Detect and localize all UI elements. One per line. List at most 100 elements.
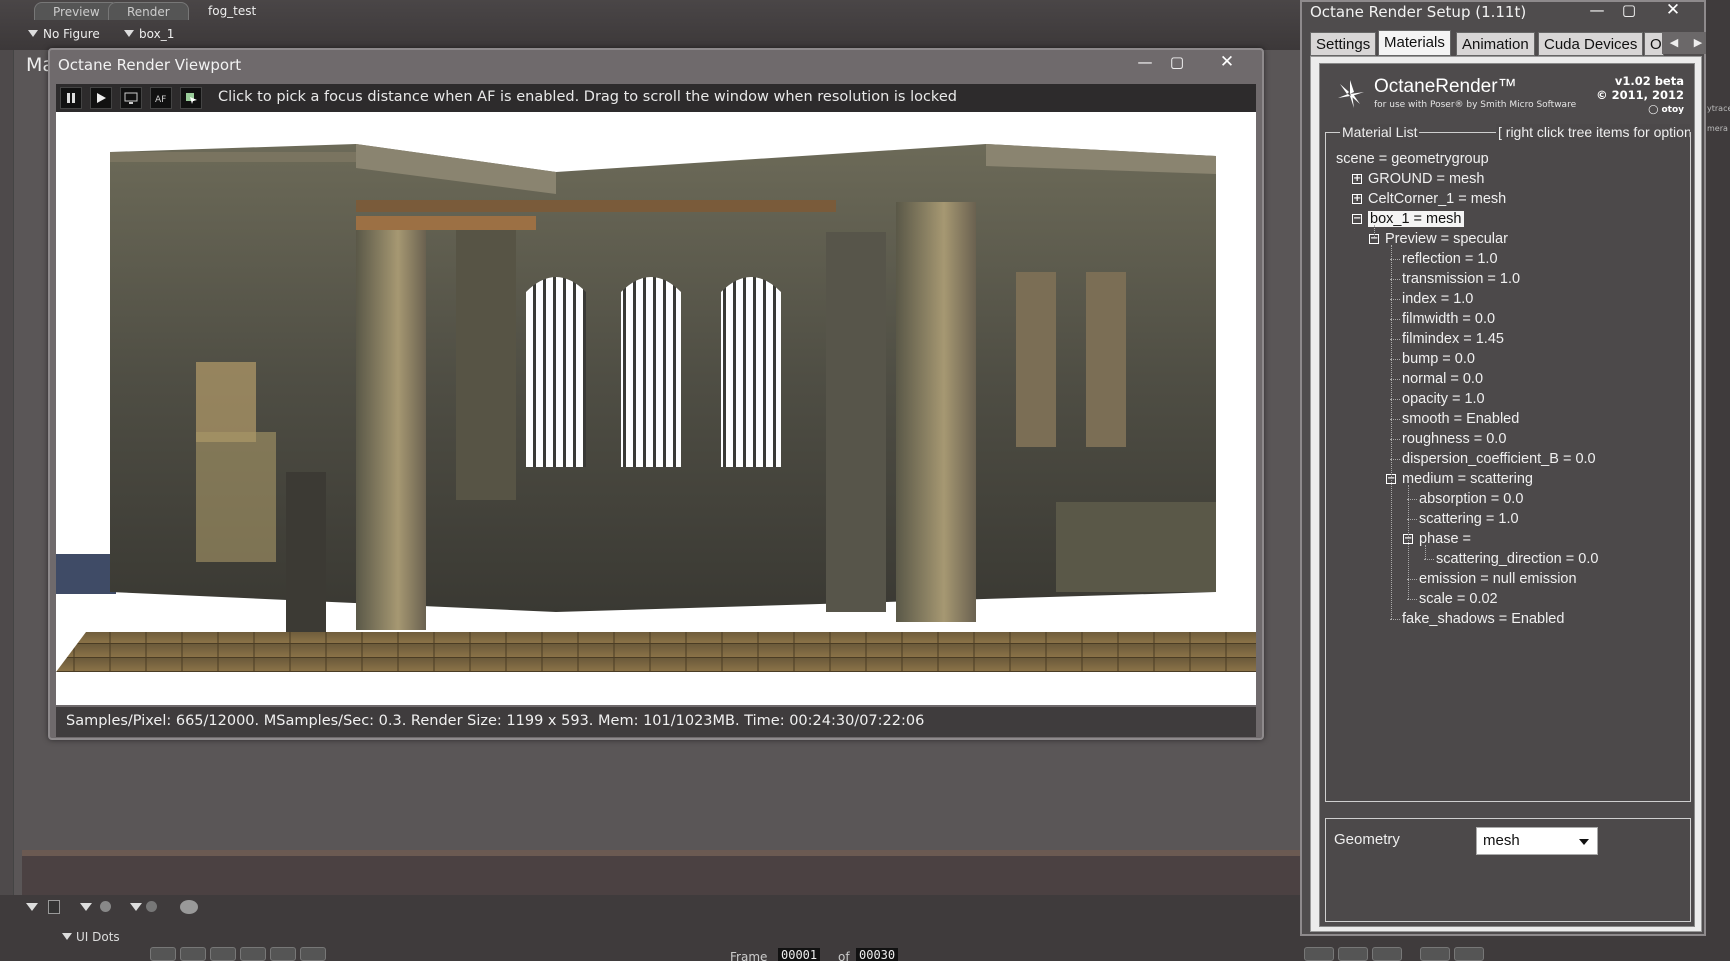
tree-item-label: dispersion_coefficient_B = 0.0 xyxy=(1402,451,1596,467)
tree-row[interactable]: Preview = specular xyxy=(1385,229,1508,249)
tree-row[interactable]: scattering = 1.0 xyxy=(1419,509,1519,529)
collapse-icon[interactable]: − xyxy=(1352,214,1362,224)
tab-animation[interactable]: Animation xyxy=(1456,32,1535,56)
tree-row[interactable]: bump = 0.0 xyxy=(1402,349,1475,369)
square-icon[interactable] xyxy=(48,900,60,914)
viewport-status-bar: Samples/Pixel: 665/12000. MSamples/Sec: … xyxy=(56,707,1256,737)
expand-icon[interactable]: + xyxy=(1352,174,1362,184)
tree-row[interactable]: fake_shadows = Enabled xyxy=(1402,609,1564,629)
octane-logo-icon xyxy=(1338,80,1364,108)
add-key-button[interactable] xyxy=(1420,947,1450,961)
monitor-icon xyxy=(124,92,138,104)
chevron-down-icon[interactable] xyxy=(80,903,92,911)
key-control[interactable] xyxy=(1372,947,1402,961)
tree-row[interactable]: dispersion_coefficient_B = 0.0 xyxy=(1402,449,1596,469)
geometry-select[interactable]: mesh xyxy=(1476,827,1598,855)
tree-row[interactable]: scene = geometrygroup xyxy=(1336,149,1489,169)
octane-logo-subtitle: for use with Poser® by Smith Micro Softw… xyxy=(1374,100,1577,110)
tree-row[interactable]: filmindex = 1.45 xyxy=(1402,329,1504,349)
tree-row[interactable]: reflection = 1.0 xyxy=(1402,249,1498,269)
tree-row[interactable]: phase = xyxy=(1419,529,1471,549)
tab-overflow[interactable]: O xyxy=(1644,32,1664,56)
pause-button[interactable] xyxy=(60,87,82,109)
tree-row[interactable]: GROUND = mesh xyxy=(1368,169,1484,189)
right-edge-text: ytrace xyxy=(1707,104,1730,113)
close-button[interactable]: ✕ xyxy=(1212,52,1242,72)
tree-row[interactable]: index = 1.0 xyxy=(1402,289,1473,309)
octane-copyright: © 2011, 2012 xyxy=(1596,88,1684,102)
play-button[interactable] xyxy=(240,947,266,961)
tree-connector xyxy=(1390,619,1400,620)
chevron-down-icon[interactable] xyxy=(130,903,142,911)
tab-cuda-devices[interactable]: Cuda Devices xyxy=(1538,32,1644,56)
material-tree: scene = geometrygroup GROUND = mesh + CeltC… xyxy=(1326,133,1690,801)
tree-item-label: fake_shadows = Enabled xyxy=(1402,611,1565,627)
tree-row[interactable]: absorption = 0.0 xyxy=(1419,489,1523,509)
ui-dots-label: UI Dots xyxy=(76,930,120,944)
prev-key-control[interactable] xyxy=(1304,947,1334,961)
maximize-button[interactable]: ▢ xyxy=(1614,0,1644,20)
tree-row[interactable]: box_1 = mesh xyxy=(1368,209,1464,229)
tree-row[interactable]: filmwidth = 0.0 xyxy=(1402,309,1495,329)
first-frame-button[interactable] xyxy=(150,947,176,961)
tab-scroll-left-icon[interactable]: ◀ xyxy=(1662,32,1686,54)
next-key-button[interactable] xyxy=(270,947,296,961)
tab-render[interactable]: Render xyxy=(108,2,189,20)
tab-settings[interactable]: Settings xyxy=(1310,32,1377,56)
host-bottom-strip xyxy=(22,850,1300,895)
tree-guide xyxy=(1374,225,1375,239)
tree-row[interactable]: medium = scattering xyxy=(1402,469,1533,489)
chevron-down-icon xyxy=(124,30,134,37)
tree-row[interactable]: emission = null emission xyxy=(1419,569,1577,589)
figure-dropdown[interactable]: No Figure xyxy=(28,26,100,42)
tree-item-label: medium = scattering xyxy=(1402,471,1533,487)
tree-row[interactable]: roughness = 0.0 xyxy=(1402,429,1506,449)
sphere-icon[interactable] xyxy=(100,901,111,912)
octane-version: v1.02 beta xyxy=(1614,74,1684,88)
viewport-toolbar: AF Click to pick a focus distance when A… xyxy=(56,84,1256,112)
close-button[interactable]: ✕ xyxy=(1658,0,1688,20)
maximize-button[interactable]: ▢ xyxy=(1162,52,1192,72)
prev-key-button[interactable] xyxy=(180,947,206,961)
expand-icon[interactable]: + xyxy=(1352,194,1362,204)
tree-guide xyxy=(1425,545,1426,559)
actor-dropdown[interactable]: box_1 xyxy=(124,26,174,42)
tab-materials[interactable]: Materials xyxy=(1378,30,1451,56)
pick-button[interactable] xyxy=(180,87,202,109)
tree-item-label: GROUND = mesh xyxy=(1368,171,1485,187)
frame-current-field[interactable]: 00001 xyxy=(778,948,821,961)
next-key-control[interactable] xyxy=(1338,947,1368,961)
sphere-icon[interactable] xyxy=(146,901,157,912)
octane-setup-window[interactable]: Octane Render Setup (1.11t) — ▢ ✕ Settin… xyxy=(1300,0,1710,936)
tree-item-label: scale = 0.02 xyxy=(1419,591,1498,607)
tree-row[interactable]: opacity = 1.0 xyxy=(1402,389,1485,409)
tree-row[interactable]: transmission = 1.0 xyxy=(1402,269,1520,289)
chevron-down-icon[interactable] xyxy=(26,903,38,911)
minimize-button[interactable]: — xyxy=(1130,52,1160,72)
tree-row[interactable]: scattering_direction = 0.0 xyxy=(1436,549,1598,569)
remove-key-button[interactable] xyxy=(1454,947,1484,961)
autofocus-button[interactable]: AF xyxy=(150,87,172,109)
setup-tabs: Settings Materials Animation Cuda Device… xyxy=(1310,30,1710,56)
chevron-down-icon xyxy=(1579,839,1589,845)
tree-guide xyxy=(1391,245,1392,619)
chevron-down-icon xyxy=(28,30,38,37)
ui-dots-dropdown[interactable]: UI Dots xyxy=(62,930,120,944)
render-image[interactable] xyxy=(56,112,1256,705)
tree-row[interactable]: smooth = Enabled xyxy=(1402,409,1519,429)
geometry-select-value: mesh xyxy=(1483,832,1520,849)
play-button[interactable] xyxy=(90,87,112,109)
tree-row[interactable]: CeltCorner_1 = mesh xyxy=(1368,189,1506,209)
tree-item-label: smooth = Enabled xyxy=(1402,411,1520,427)
last-frame-button[interactable] xyxy=(300,947,326,961)
stop-button[interactable] xyxy=(210,947,236,961)
frame-total-field[interactable]: 00030 xyxy=(856,948,899,961)
lights-icon[interactable] xyxy=(180,900,198,914)
tree-item-label: scene = geometrygroup xyxy=(1336,151,1489,167)
tree-row[interactable]: scale = 0.02 xyxy=(1419,589,1498,609)
minimize-button[interactable]: — xyxy=(1582,0,1612,20)
octane-viewport-window[interactable]: Octane Render Viewport — ▢ ✕ AF Click to… xyxy=(48,48,1264,740)
monitor-button[interactable] xyxy=(120,87,142,109)
tab-preview[interactable]: Preview xyxy=(34,2,119,20)
tree-row[interactable]: normal = 0.0 xyxy=(1402,369,1483,389)
